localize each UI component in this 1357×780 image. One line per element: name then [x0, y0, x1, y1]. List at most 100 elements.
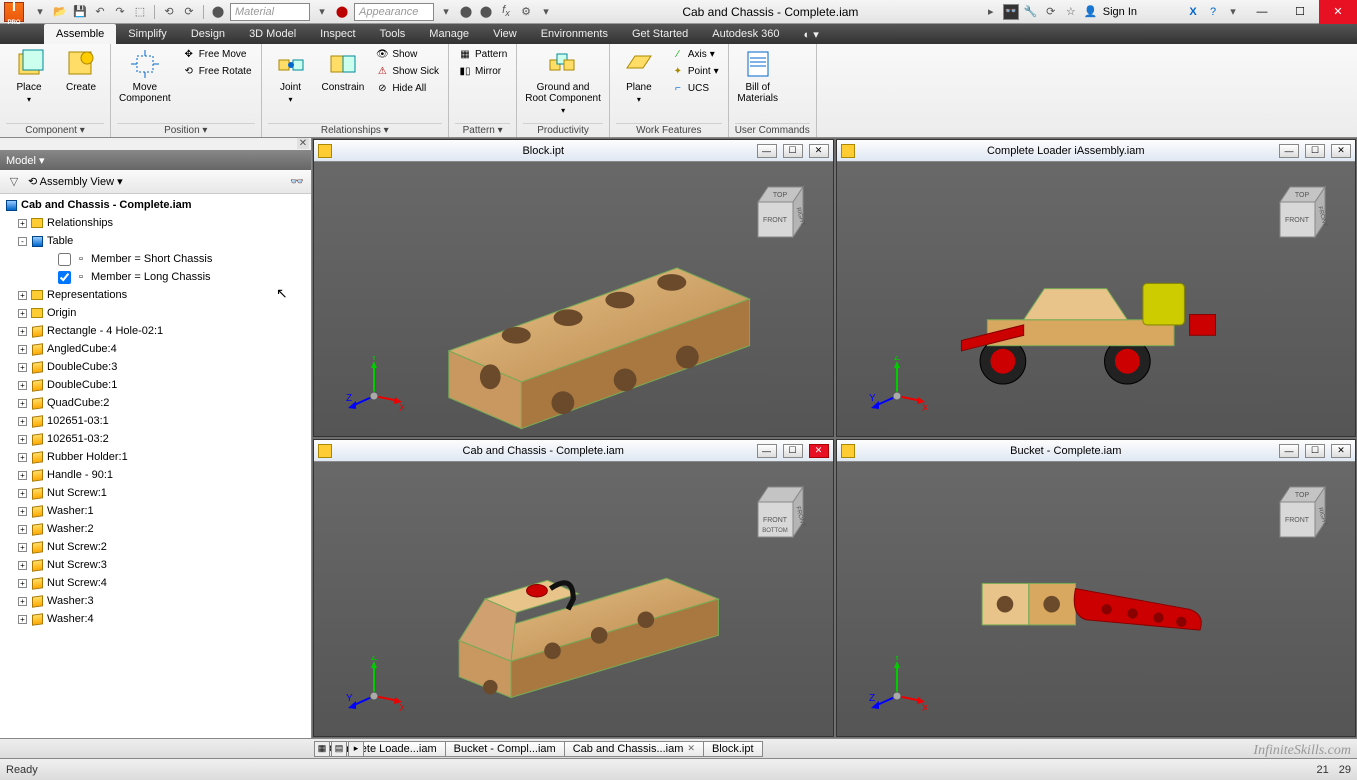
expand-icon[interactable]: + [18, 219, 27, 228]
viewport-minimize-button[interactable]: — [757, 144, 777, 158]
tree-node[interactable]: ▫Member = Long Chassis [0, 268, 311, 286]
tree-node[interactable]: +Rectangle - 4 Hole-02:1 [0, 322, 311, 340]
group-component-label[interactable]: Component ▾ [6, 123, 104, 137]
hide-all-button[interactable]: ⊘Hide All [372, 80, 442, 96]
tree-node[interactable]: +DoubleCube:1 [0, 376, 311, 394]
search-field-icon[interactable]: ▸ [983, 4, 999, 20]
expand-icon[interactable]: + [18, 579, 27, 588]
ribbon-tab-design[interactable]: Design [179, 24, 237, 44]
viewcube[interactable]: TOPFRONTRIGHT [748, 177, 818, 247]
expand-icon[interactable]: + [18, 489, 27, 498]
qat-return-icon[interactable]: ⟲ [161, 4, 177, 20]
viewport-maximize-button[interactable]: ☐ [1305, 444, 1325, 458]
group-pattern-label[interactable]: Pattern ▾ [455, 123, 510, 137]
expand-icon[interactable]: + [18, 471, 27, 480]
tree-node[interactable]: ▫Member = Short Chassis [0, 250, 311, 268]
tree-node[interactable]: +Washer:2 [0, 520, 311, 538]
tree-node[interactable]: +Origin [0, 304, 311, 322]
tree-root[interactable]: Cab and Chassis - Complete.iam [0, 196, 311, 214]
star-icon[interactable]: ☆ [1063, 4, 1079, 20]
pattern-button[interactable]: ▦Pattern [455, 46, 510, 62]
tree-node[interactable]: +Relationships [0, 214, 311, 232]
tree-node[interactable]: -Table [0, 232, 311, 250]
filter-icon[interactable]: ▽ [6, 174, 22, 190]
group-position-label[interactable]: Position ▾ [117, 123, 255, 137]
material-combo[interactable]: Material [230, 3, 310, 21]
viewport-maximize-button[interactable]: ☐ [783, 444, 803, 458]
tree-node[interactable]: +Nut Screw:1 [0, 484, 311, 502]
member-checkbox[interactable] [58, 271, 71, 284]
tree-node[interactable]: +Nut Screw:4 [0, 574, 311, 592]
viewport[interactable]: Complete Loader iAssembly.iam—☐✕TOPFRONT… [836, 139, 1357, 437]
viewcube[interactable]: TOPFRONTRIGHT [1270, 477, 1340, 547]
document-tab[interactable]: Block.ipt [703, 741, 763, 757]
qat-undo-icon[interactable]: ↶ [92, 4, 108, 20]
viewport-maximize-button[interactable]: ☐ [783, 144, 803, 158]
qat-misc2-icon[interactable]: ⬤ [478, 4, 494, 20]
viewport-close-button[interactable]: ✕ [1331, 144, 1351, 158]
expand-icon[interactable]: + [18, 597, 27, 606]
tree-node[interactable]: +Handle - 90:1 [0, 466, 311, 484]
appearance-ball-icon[interactable]: ⬤ [334, 4, 350, 20]
ribbon-extra-icon[interactable]: ◐ ▾ [792, 24, 831, 44]
material-ball-icon[interactable]: ⬤ [210, 4, 226, 20]
viewport-close-button[interactable]: ✕ [1331, 444, 1351, 458]
tab-layout-3-icon[interactable]: ▸ [348, 741, 364, 757]
tree-node[interactable]: +Representations [0, 286, 311, 304]
document-tab[interactable]: Cab and Chassis...iam ✕ [564, 741, 704, 757]
viewport-minimize-button[interactable]: — [757, 444, 777, 458]
qat-misc1-icon[interactable]: ⬤ [458, 4, 474, 20]
viewcube[interactable]: FRONTFRONTBOTTOM [748, 477, 818, 547]
appearance-drop-icon[interactable]: ▾ [438, 4, 454, 20]
tree-node[interactable]: +AngledCube:4 [0, 340, 311, 358]
member-checkbox[interactable] [58, 253, 71, 266]
ribbon-tab-simplify[interactable]: Simplify [116, 24, 179, 44]
help-drop-icon[interactable]: ▾ [1225, 4, 1241, 20]
signin-link[interactable]: Sign In [1103, 6, 1137, 18]
tree-node[interactable]: +Nut Screw:2 [0, 538, 311, 556]
axis-triad[interactable]: YXZ [867, 656, 927, 716]
expand-icon[interactable]: + [18, 417, 27, 426]
expand-icon[interactable]: + [18, 615, 27, 624]
viewport-minimize-button[interactable]: — [1279, 144, 1299, 158]
key-icon[interactable]: 🔧 [1023, 4, 1039, 20]
window-minimize-button[interactable]: — [1243, 0, 1281, 24]
appearance-combo[interactable]: Appearance [354, 3, 434, 21]
view-menu[interactable]: ⟲ Assembly View ▾ [28, 175, 123, 188]
plane-button[interactable]: Plane▾ [616, 46, 662, 106]
tree-node[interactable]: +Nut Screw:3 [0, 556, 311, 574]
viewport-canvas[interactable]: TOPFRONTRIGHTYXZ [314, 162, 833, 436]
qat-fx-icon[interactable]: fx [498, 4, 514, 20]
app-icon[interactable]: PRO [4, 2, 24, 22]
expand-icon[interactable]: - [18, 237, 27, 246]
expand-icon[interactable]: + [18, 453, 27, 462]
mirror-button[interactable]: ▮▯Mirror [455, 63, 510, 79]
qat-new-icon[interactable]: ▾ [32, 4, 48, 20]
help-icon[interactable]: ? [1205, 4, 1221, 20]
expand-icon[interactable]: + [18, 345, 27, 354]
ribbon-tab-inspect[interactable]: Inspect [308, 24, 367, 44]
expand-icon[interactable]: + [18, 399, 27, 408]
viewport[interactable]: Block.ipt—☐✕TOPFRONTRIGHTYXZ [313, 139, 834, 437]
tree-node[interactable]: +Washer:1 [0, 502, 311, 520]
qat-update-icon[interactable]: ⟳ [181, 4, 197, 20]
bom-button[interactable]: Bill of Materials [735, 46, 781, 106]
expand-icon[interactable]: + [18, 507, 27, 516]
tab-layout-1-icon[interactable]: ▦ [314, 741, 330, 757]
axis-triad[interactable]: ZXY [344, 656, 404, 716]
ribbon-tab-3d-model[interactable]: 3D Model [237, 24, 308, 44]
expand-icon[interactable]: + [18, 291, 27, 300]
move-component-button[interactable]: Move Component [117, 46, 173, 106]
free-rotate-button[interactable]: ⟲Free Rotate [179, 63, 255, 79]
document-tab[interactable]: Bucket - Compl...iam [445, 741, 565, 757]
tab-close-icon[interactable]: ✕ [687, 743, 695, 754]
ribbon-tab-environments[interactable]: Environments [529, 24, 620, 44]
browser-title[interactable]: Model ▾ [0, 150, 311, 170]
viewcube[interactable]: TOPFRONTFRONT [1270, 177, 1340, 247]
viewport-maximize-button[interactable]: ☐ [1305, 144, 1325, 158]
group-relationships-label[interactable]: Relationships ▾ [268, 123, 443, 137]
axis-button[interactable]: ∕Axis ▾ [668, 46, 722, 62]
ribbon-tab-view[interactable]: View [481, 24, 529, 44]
qat-more-icon[interactable]: ▾ [538, 4, 554, 20]
tree-node[interactable]: +102651-03:2 [0, 430, 311, 448]
